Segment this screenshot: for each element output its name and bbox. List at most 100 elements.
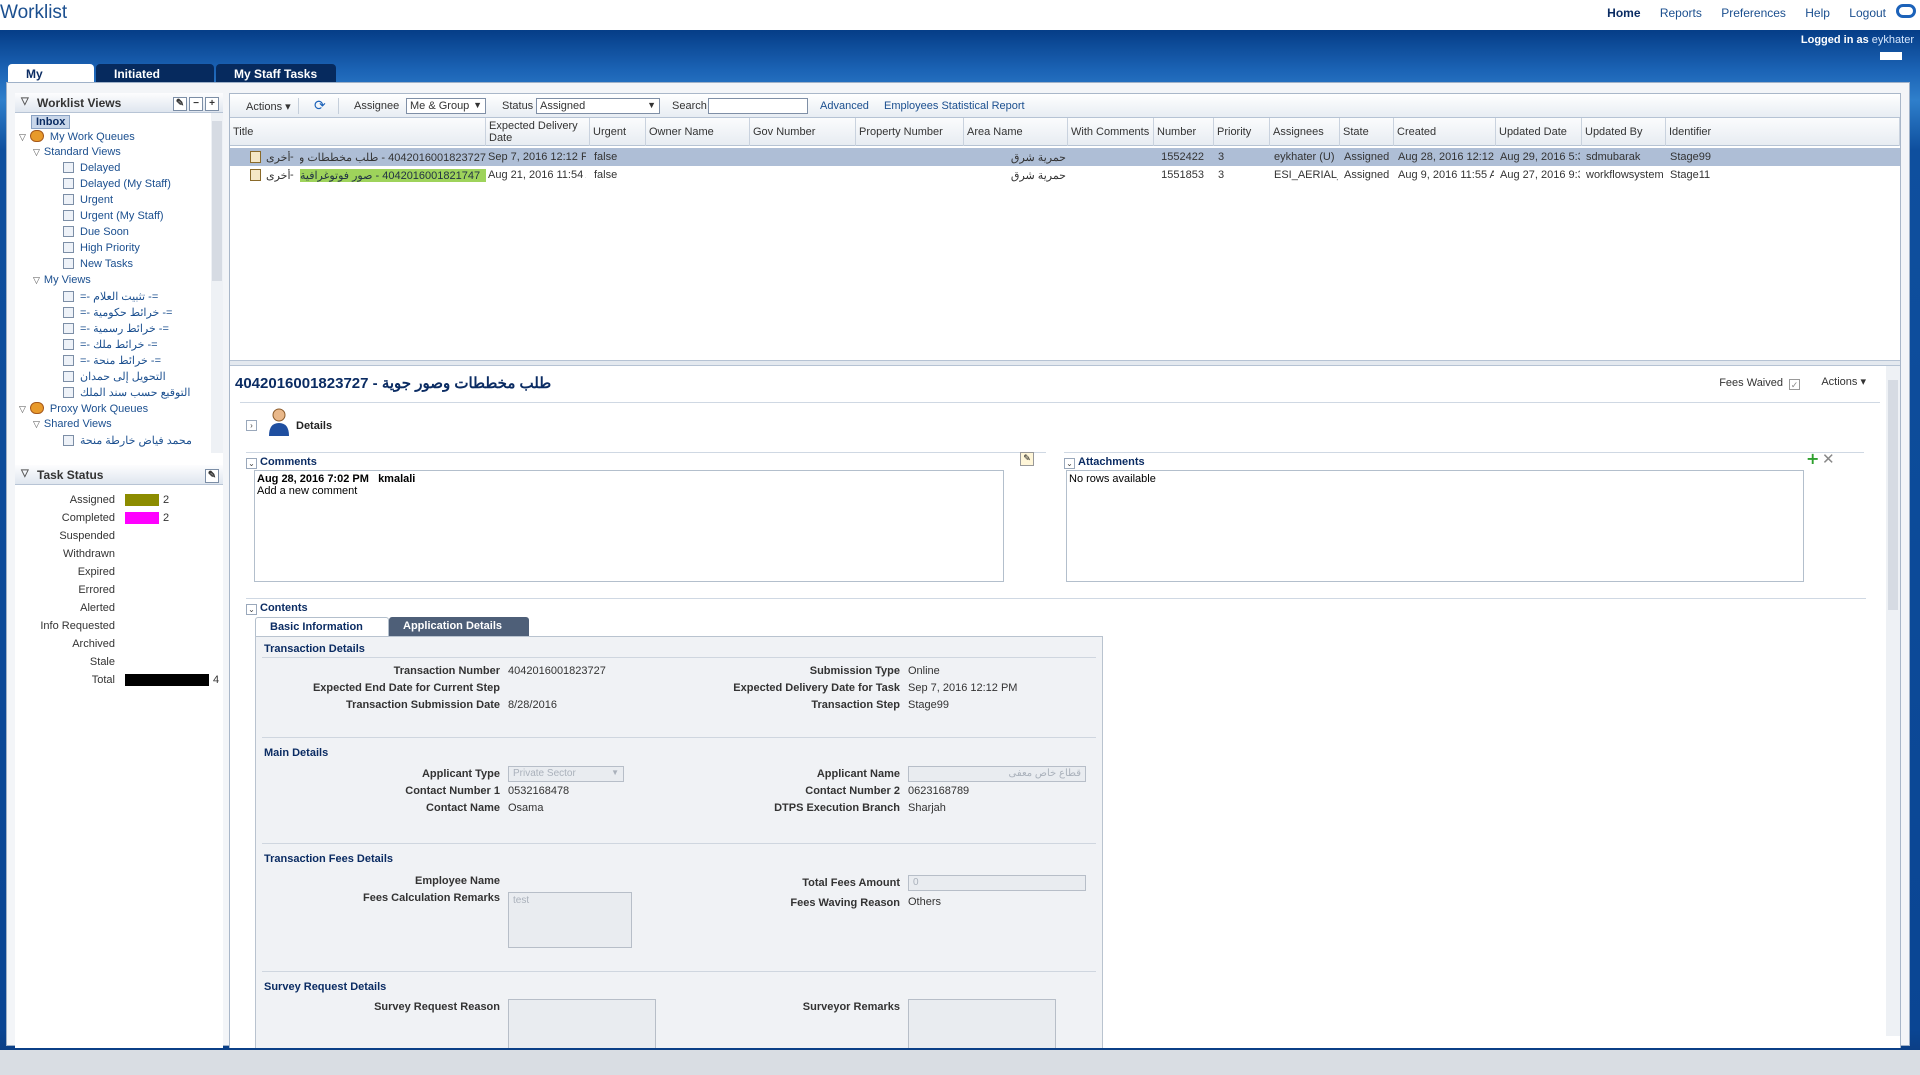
tree-item-standard-views[interactable]: ▽ Standard Views bbox=[33, 146, 121, 158]
task-title-link[interactable]: 4042016001821747 - صور فوتوغرافية bbox=[300, 169, 486, 182]
collapse-icon[interactable]: ⌄ bbox=[1064, 458, 1075, 469]
add-comment-icon[interactable]: ✎ bbox=[1020, 452, 1034, 466]
details-section[interactable]: › bbox=[246, 418, 260, 431]
search-input[interactable] bbox=[708, 98, 808, 114]
advanced-search-link[interactable]: Advanced bbox=[820, 100, 869, 112]
column-header[interactable]: State bbox=[1340, 118, 1394, 146]
column-header[interactable]: Owner Name bbox=[646, 118, 750, 146]
add-comment-link[interactable]: Add a new comment bbox=[257, 485, 1001, 497]
help-link[interactable]: Help bbox=[1805, 6, 1830, 20]
column-header[interactable]: Identifier bbox=[1666, 118, 1900, 146]
column-header[interactable]: Created bbox=[1394, 118, 1496, 146]
tree-item-urgent[interactable]: Urgent bbox=[63, 194, 113, 206]
collapse-icon[interactable]: ▽ bbox=[21, 468, 29, 479]
fees-remarks-textarea[interactable]: test bbox=[508, 892, 632, 948]
column-header[interactable]: Expected Delivery Date bbox=[486, 118, 590, 146]
table-row[interactable]: أخرى -4042016001821747 - صور فوتوغرافية Au… bbox=[230, 166, 1900, 184]
column-header[interactable]: Property Number bbox=[856, 118, 964, 146]
tree-item-my-work-queues[interactable]: ▽ My Work Queues bbox=[19, 130, 135, 143]
attachments-header[interactable]: ⌄ Attachments bbox=[1064, 456, 1145, 469]
tab-initiated-tasks[interactable]: Initiated Tasks bbox=[96, 64, 214, 95]
comments-header[interactable]: ⌄ Comments bbox=[246, 456, 317, 469]
collapse-icon[interactable]: ⌄ bbox=[246, 604, 257, 615]
tree-item-delayed[interactable]: Delayed bbox=[63, 162, 120, 174]
edit-view-icon[interactable]: ✎ bbox=[173, 97, 187, 111]
tree-item-my-view[interactable]: =- تثبيت العلام -= bbox=[63, 290, 158, 303]
expand-icon[interactable]: › bbox=[246, 420, 257, 431]
tree-item-delayed-my-staff[interactable]: Delayed (My Staff) bbox=[63, 178, 171, 190]
applicant-name-field[interactable]: قطاع خاص معفى bbox=[908, 766, 1086, 782]
tree-item-my-view[interactable]: التحويل إلى حمدان bbox=[63, 370, 166, 383]
total-fees-field[interactable]: 0 bbox=[908, 875, 1086, 891]
expand-icon[interactable]: ▽ bbox=[19, 132, 26, 142]
tree-item-my-view[interactable]: التوقيع حسب سند الملك bbox=[63, 386, 190, 399]
home-link[interactable]: Home bbox=[1607, 6, 1640, 20]
column-header[interactable]: Priority bbox=[1214, 118, 1270, 146]
expand-icon[interactable]: ▽ bbox=[33, 419, 40, 429]
tab-application-details[interactable]: Application Details bbox=[389, 617, 529, 637]
status-row[interactable]: Stale bbox=[15, 653, 223, 671]
collapse-icon[interactable]: ⌄ bbox=[246, 458, 257, 469]
status-row[interactable]: Withdrawn bbox=[15, 545, 223, 563]
status-row[interactable]: Assigned 2 bbox=[15, 491, 223, 509]
column-header[interactable]: Updated Date bbox=[1496, 118, 1582, 146]
actions-menu[interactable]: Actions ▾ bbox=[246, 100, 291, 113]
tree-item-high-priority[interactable]: High Priority bbox=[63, 242, 140, 254]
status-row[interactable]: Completed 2 bbox=[15, 509, 223, 527]
status-row[interactable]: Suspended bbox=[15, 527, 223, 545]
column-header[interactable]: Updated By bbox=[1582, 118, 1666, 146]
fees-waived-checkbox[interactable]: Fees Waived ✓ bbox=[1719, 377, 1800, 390]
column-header[interactable]: Area Name bbox=[964, 118, 1068, 146]
assignee-select[interactable]: Me & Group ▼ bbox=[406, 98, 486, 114]
tab-basic-information[interactable]: Basic Information bbox=[255, 617, 389, 637]
expand-icon[interactable]: ▽ bbox=[33, 275, 40, 285]
status-row[interactable]: Archived bbox=[15, 635, 223, 653]
expand-icon[interactable]: ▽ bbox=[33, 147, 40, 157]
add-view-icon[interactable]: + bbox=[205, 97, 219, 111]
tree-item-shared-view[interactable]: محمد فياض خارطة منحة bbox=[63, 434, 192, 447]
employees-report-link[interactable]: Employees Statistical Report bbox=[884, 100, 1025, 112]
delete-attachment-icon[interactable]: ✕ bbox=[1822, 450, 1835, 468]
tree-item-shared-views[interactable]: ▽ Shared Views bbox=[33, 418, 112, 430]
tab-my-tasks[interactable]: My Tasks bbox=[8, 64, 94, 95]
column-header[interactable]: Title bbox=[230, 118, 486, 146]
tab-my-staff-tasks[interactable]: My Staff Tasks bbox=[216, 64, 336, 84]
survey-reason-textarea[interactable] bbox=[508, 999, 656, 1048]
logout-link[interactable]: Logout bbox=[1849, 6, 1886, 20]
tree-vertical-scrollbar[interactable] bbox=[211, 113, 223, 453]
status-select[interactable]: Assigned ▼ bbox=[536, 98, 660, 114]
tree-item-proxy-work-queues[interactable]: ▽ Proxy Work Queues bbox=[19, 402, 148, 415]
refresh-icon[interactable]: ⟳ bbox=[314, 97, 326, 114]
surveyor-remarks-textarea[interactable] bbox=[908, 999, 1056, 1048]
preferences-link[interactable]: Preferences bbox=[1721, 6, 1786, 20]
tree-item-my-view[interactable]: =- خرائط ملك -= bbox=[63, 338, 158, 351]
detail-vertical-scrollbar[interactable] bbox=[1886, 366, 1900, 1036]
task-title-link[interactable]: 4042016001823727 - طلب مخططات وصور جوية bbox=[300, 151, 486, 164]
detail-actions-menu[interactable]: Actions ▾ bbox=[1821, 375, 1866, 388]
tree-item-inbox[interactable]: Inbox bbox=[31, 115, 71, 129]
status-row[interactable]: Alerted bbox=[15, 599, 223, 617]
status-row[interactable]: Total 4 bbox=[15, 671, 223, 689]
tree-item-my-view[interactable]: =- خرائط رسمية -= bbox=[63, 322, 169, 335]
tree-item-due-soon[interactable]: Due Soon bbox=[63, 226, 129, 238]
collapse-header-button[interactable] bbox=[1880, 52, 1902, 60]
column-header[interactable]: Assignees bbox=[1270, 118, 1340, 146]
add-attachment-icon[interactable]: + bbox=[1806, 449, 1819, 468]
collapse-icon[interactable]: ▽ bbox=[21, 96, 29, 107]
status-row[interactable]: Info Requested bbox=[15, 617, 223, 635]
tree-item-new-tasks[interactable]: New Tasks bbox=[63, 258, 133, 270]
expand-icon[interactable]: ▽ bbox=[19, 404, 26, 414]
status-row[interactable]: Errored bbox=[15, 581, 223, 599]
tree-item-urgent-my-staff[interactable]: Urgent (My Staff) bbox=[63, 210, 164, 222]
tree-item-my-view[interactable]: =- خرائط حكومية -= bbox=[63, 306, 172, 319]
column-header[interactable]: Urgent bbox=[590, 118, 646, 146]
edit-chart-icon[interactable]: ✎ bbox=[205, 469, 219, 483]
contents-header[interactable]: ⌄ Contents bbox=[246, 602, 308, 615]
applicant-type-select[interactable]: Private Sector ▼ bbox=[508, 766, 624, 782]
column-header[interactable]: Number bbox=[1154, 118, 1214, 146]
table-row[interactable]: أخرى-4042016001823727 - طلب مخططات وصور … bbox=[230, 148, 1900, 166]
tree-item-my-views[interactable]: ▽ My Views bbox=[33, 274, 91, 286]
tree-item-my-view[interactable]: =- خرائط منحة -= bbox=[63, 354, 161, 367]
status-row[interactable]: Expired bbox=[15, 563, 223, 581]
column-header[interactable]: Gov Number bbox=[750, 118, 856, 146]
